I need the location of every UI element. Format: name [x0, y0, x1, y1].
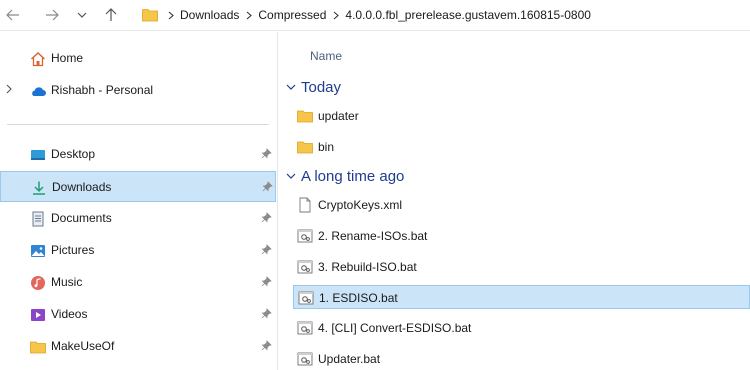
recent-locations-button[interactable]: [70, 4, 94, 26]
sidebar-item-label: Desktop: [51, 147, 96, 161]
sidebar-item-label: Videos: [51, 307, 88, 321]
file-name: CryptoKeys.xml: [318, 198, 403, 212]
desktop-icon: [31, 150, 45, 160]
breadcrumb-current-folder[interactable]: 4.0.0.0.fbl_prerelease.gustavem.160815-0…: [344, 8, 592, 22]
sidebar-item-label: Rishabh - Personal: [51, 83, 154, 97]
group-header-a-long-time-ago[interactable]: A long time ago: [285, 166, 404, 186]
folder-icon: [297, 141, 313, 154]
chevron-right-icon: [162, 11, 179, 20]
sidebar-item-music[interactable]: Music: [0, 267, 277, 298]
sidebar-item-label: Home: [51, 51, 84, 65]
file-name: 3. Rebuild-ISO.bat: [318, 260, 417, 274]
sidebar-item-label: Downloads: [52, 180, 112, 194]
sidebar-item-makeuseof[interactable]: MakeUseOf: [0, 331, 277, 362]
up-button[interactable]: [99, 4, 123, 26]
batch-file-icon: [297, 321, 313, 335]
pin-icon[interactable]: [261, 340, 272, 351]
breadcrumb: Downloads Compressed 4.0.0.0.fbl_prerele…: [162, 7, 592, 23]
list-item[interactable]: 3. Rebuild-ISO.bat: [291, 255, 750, 279]
column-header-name[interactable]: Name: [310, 49, 342, 63]
divider: [7, 124, 269, 125]
sidebar-item-videos[interactable]: Videos: [0, 299, 277, 330]
folder-icon: [142, 9, 158, 22]
group-header-today[interactable]: Today: [285, 77, 341, 97]
sidebar-item-pictures[interactable]: Pictures: [0, 235, 277, 266]
chevron-right-icon: [327, 11, 344, 20]
arrow-up-icon: [105, 8, 117, 21]
batch-file-icon: [297, 352, 313, 366]
list-item[interactable]: 2. Rename-ISOs.bat: [291, 224, 750, 248]
group-title: A long time ago: [301, 167, 405, 185]
batch-file-icon: [298, 291, 314, 305]
list-item[interactable]: updater: [291, 104, 750, 128]
sidebar-item-label: Documents: [51, 211, 112, 225]
chevron-right-icon: [240, 11, 257, 20]
sidebar-item-onedrive-personal[interactable]: Rishabh - Personal: [0, 75, 277, 106]
videos-icon: [31, 309, 45, 321]
sidebar-item-downloads[interactable]: Downloads: [0, 171, 276, 202]
home-icon: [30, 51, 46, 67]
batch-file-icon: [297, 260, 313, 274]
pane-divider[interactable]: [277, 32, 278, 370]
sidebar-item-label: Pictures: [51, 243, 95, 257]
pin-icon[interactable]: [262, 181, 273, 192]
documents-icon: [32, 211, 44, 227]
pin-icon[interactable]: [261, 308, 272, 319]
navigation-bar: Downloads Compressed 4.0.0.0.fbl_prerele…: [0, 0, 750, 31]
sidebar-item-desktop[interactable]: Desktop: [0, 139, 277, 170]
chevron-down-icon: [285, 81, 297, 93]
list-item-selected[interactable]: 1. ESDISO.bat: [293, 285, 750, 309]
list-item[interactable]: 4. [CLI] Convert-ESDISO.bat: [291, 316, 750, 340]
sidebar-item-label: MakeUseOf: [51, 339, 115, 353]
chevron-right-icon[interactable]: [6, 84, 12, 94]
batch-file-icon: [297, 229, 313, 243]
breadcrumb-compressed[interactable]: Compressed: [257, 8, 327, 22]
sidebar-item-home[interactable]: Home: [0, 43, 277, 74]
file-name: 4. [CLI] Convert-ESDISO.bat: [318, 321, 472, 335]
arrow-right-icon: [46, 9, 59, 21]
pin-icon[interactable]: [261, 244, 272, 255]
file-name: 2. Rename-ISOs.bat: [318, 229, 428, 243]
file-name: updater: [318, 109, 359, 123]
file-name: 1. ESDISO.bat: [319, 291, 398, 305]
pictures-icon: [31, 245, 45, 257]
list-item[interactable]: Updater.bat: [291, 347, 750, 370]
navigation-pane: Home Rishabh - Personal Desktop Download…: [0, 32, 277, 370]
back-button[interactable]: [1, 4, 25, 26]
pin-icon[interactable]: [261, 212, 272, 223]
downloads-icon: [33, 181, 45, 195]
onedrive-cloud-icon: [32, 87, 46, 96]
breadcrumb-downloads[interactable]: Downloads: [179, 8, 240, 22]
sidebar-item-label: Music: [51, 275, 83, 289]
music-icon: [31, 276, 45, 290]
arrow-left-icon: [6, 9, 19, 21]
group-title: Today: [301, 78, 342, 96]
file-name: bin: [318, 140, 335, 154]
list-item[interactable]: bin: [291, 135, 750, 159]
folder-icon: [297, 110, 313, 123]
chevron-down-icon: [77, 12, 87, 18]
document-file-icon: [299, 197, 311, 213]
list-item[interactable]: CryptoKeys.xml: [291, 193, 750, 217]
file-name: Updater.bat: [318, 352, 381, 366]
pin-icon[interactable]: [261, 276, 272, 287]
chevron-down-icon: [285, 170, 297, 182]
sidebar-item-documents[interactable]: Documents: [0, 203, 277, 234]
folder-icon: [30, 341, 46, 354]
pin-icon[interactable]: [261, 148, 272, 159]
forward-button[interactable]: [40, 4, 64, 26]
